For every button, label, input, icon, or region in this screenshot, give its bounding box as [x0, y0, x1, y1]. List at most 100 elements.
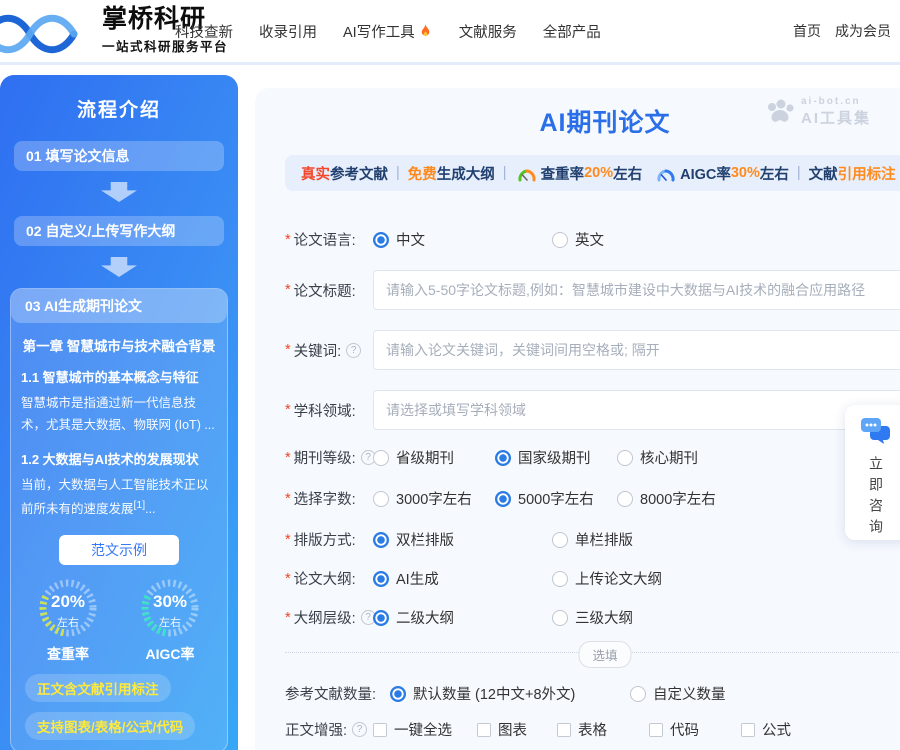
step-3-preview-card: 03 AI生成期刊论文 第一章 智慧城市与技术融合背景 1.1 智慧城市的基本概…	[10, 288, 228, 750]
gauge-value: 20%	[37, 592, 99, 612]
checkbox-formula[interactable]: 公式	[741, 719, 791, 740]
row-subject: *学科领域:	[285, 390, 900, 430]
radio-level-two[interactable]: 二级大纲	[373, 607, 552, 628]
row-enhance: 正文增强:? 一键全选 图表 表格 代码 公式	[285, 719, 900, 740]
radio-words-3000[interactable]: 3000字左右	[373, 488, 495, 509]
preview-section2-text: 当前，大数据与人工智能技术正以前所未有的速度发展[1]...	[21, 475, 217, 521]
radio-icon[interactable]	[552, 571, 568, 587]
checkbox-tables[interactable]: 表格	[557, 719, 649, 740]
radio-journal-provincial[interactable]: 省级期刊	[373, 447, 495, 468]
row-outline-level: *大纲层级:? 二级大纲 三级大纲	[285, 607, 900, 628]
checkbox-icon[interactable]	[741, 723, 755, 737]
aigc-gauge-icon	[656, 167, 676, 182]
radio-icon[interactable]	[552, 610, 568, 626]
gauge-label: AIGC率	[122, 644, 218, 664]
step-2-custom-outline: 02 自定义/上传写作大纲	[14, 216, 224, 246]
logo-waves-icon	[0, 10, 98, 56]
flame-icon	[418, 23, 433, 39]
checkbox-icon[interactable]	[557, 723, 571, 737]
radio-icon[interactable]	[630, 686, 646, 702]
optional-divider: 选填	[285, 652, 900, 653]
radio-layout-two-column[interactable]: 双栏排版	[373, 529, 552, 550]
radio-ref-custom[interactable]: 自定义数量	[630, 683, 726, 704]
radio-icon[interactable]	[373, 610, 389, 626]
radio-level-three[interactable]: 三级大纲	[552, 607, 633, 628]
watermark-line2: AI工具集	[801, 107, 871, 128]
radio-icon[interactable]	[390, 686, 406, 702]
page: 掌桥科研 一站式科研服务平台 科技查新 收录引用 AI写作工具 文献服务 全部产…	[0, 0, 900, 750]
radio-layout-one-column[interactable]: 单栏排版	[552, 529, 633, 550]
row-keywords: *关键词:?	[285, 330, 900, 370]
checkbox-icon[interactable]	[373, 723, 387, 737]
duplicate-rate-gauge: 20% 左右 查重率	[20, 577, 116, 664]
checkbox-code[interactable]: 代码	[649, 719, 741, 740]
paper-form: *论文语言: 中文 英文 *论文标题: *关键词:?	[255, 191, 900, 740]
gauge-approx: 左右	[37, 614, 99, 630]
radio-icon[interactable]	[373, 450, 389, 466]
nav-item-become-member[interactable]: 成为会员	[835, 21, 891, 41]
sample-paper-button[interactable]: 范文示例	[59, 535, 179, 565]
citation-superscript: [1]	[134, 500, 146, 511]
nav-item-ai-writing-tools[interactable]: AI写作工具	[343, 21, 433, 42]
radio-words-5000[interactable]: 5000字左右	[495, 488, 617, 509]
nav-item-all-products[interactable]: 全部产品	[543, 21, 601, 42]
checkbox-select-all[interactable]: 一键全选	[373, 719, 477, 740]
radio-icon[interactable]	[373, 532, 389, 548]
checkbox-icon[interactable]	[477, 723, 491, 737]
banner-real: 真实	[301, 163, 330, 184]
feature-banner: 真实参考文献 | 免费生成大纲 | 查重率20%左右 AIGC率30% 左右 |…	[285, 155, 900, 191]
checkbox-charts[interactable]: 图表	[477, 719, 557, 740]
radio-language-english[interactable]: 英文	[552, 229, 604, 250]
radio-language-chinese[interactable]: 中文	[373, 229, 552, 250]
step-1-fill-info: 01 填写论文信息	[14, 141, 224, 171]
paper-title-input[interactable]	[373, 270, 900, 310]
row-journal-level: *期刊等级:? 省级期刊 国家级期刊 核心期刊	[285, 447, 900, 468]
nav-item-tech-novelty[interactable]: 科技查新	[175, 21, 233, 42]
nav-item-literature-service[interactable]: 文献服务	[459, 21, 517, 42]
gauge-label: 查重率	[20, 644, 116, 664]
duplicate-gauge-icon	[517, 167, 537, 182]
feature-badge-support: 支持图表/表格/公式/代码	[25, 712, 195, 740]
down-arrow-icon	[101, 257, 137, 277]
radio-icon[interactable]	[617, 450, 633, 466]
radio-journal-national[interactable]: 国家级期刊	[495, 447, 617, 468]
preview-section1-title: 1.1 智慧城市的基本概念与特征	[21, 367, 217, 386]
main-nav: 科技查新 收录引用 AI写作工具 文献服务 全部产品	[175, 0, 601, 62]
radio-icon[interactable]	[495, 491, 511, 507]
watermark-line1: ai-bot.cn	[801, 96, 871, 107]
keywords-input[interactable]	[373, 330, 900, 370]
radio-words-8000[interactable]: 8000字左右	[617, 488, 716, 509]
consult-widget[interactable]: 立即咨询	[845, 405, 900, 540]
preview-chapter-title: 第一章 智慧城市与技术融合背景	[11, 335, 227, 355]
checkbox-icon[interactable]	[649, 723, 663, 737]
radio-icon[interactable]	[373, 491, 389, 507]
gauge-approx: 左右	[139, 614, 201, 630]
process-sidebar: 流程介绍 01 填写论文信息 02 自定义/上传写作大纲 03 AI生成期刊论文…	[0, 75, 238, 750]
radio-outline-ai[interactable]: AI生成	[373, 568, 552, 589]
subject-input[interactable]	[373, 390, 900, 430]
help-icon[interactable]: ?	[352, 722, 367, 737]
nav-item-home[interactable]: 首页	[793, 21, 821, 41]
help-icon[interactable]: ?	[346, 343, 361, 358]
banner-free: 免费	[408, 163, 437, 184]
top-navbar: 掌桥科研 一站式科研服务平台 科技查新 收录引用 AI写作工具 文献服务 全部产…	[0, 0, 900, 62]
radio-ref-default[interactable]: 默认数量 (12中文+8外文)	[390, 683, 630, 704]
radio-icon[interactable]	[495, 450, 511, 466]
ai-journal-paper-panel: ai-bot.cn AI工具集 AI期刊论文 真实参考文献 | 免费生成大纲 |…	[255, 88, 900, 750]
radio-icon[interactable]	[552, 232, 568, 248]
radio-icon[interactable]	[552, 532, 568, 548]
optional-pill: 选填	[578, 641, 631, 668]
radio-outline-upload[interactable]: 上传论文大纲	[552, 568, 662, 589]
radio-journal-core[interactable]: 核心期刊	[617, 447, 698, 468]
navbar-divider	[0, 62, 900, 65]
consult-label: 立即咨询	[866, 456, 886, 540]
nav-item-citation-index[interactable]: 收录引用	[259, 21, 317, 42]
ai-bot-paw-icon	[765, 99, 795, 126]
radio-icon[interactable]	[373, 232, 389, 248]
radio-icon[interactable]	[373, 571, 389, 587]
preview-section1-text: 智慧城市是指通过新一代信息技术，尤其是大数据、物联网 (IoT) ...	[21, 393, 217, 437]
rate-gauges: 20% 左右 查重率 30% 左右 AIGC率	[11, 577, 227, 664]
gauge-value: 30%	[139, 592, 201, 612]
radio-icon[interactable]	[617, 491, 633, 507]
row-word-count: *选择字数: 3000字左右 5000字左右 8000字左右	[285, 488, 900, 509]
